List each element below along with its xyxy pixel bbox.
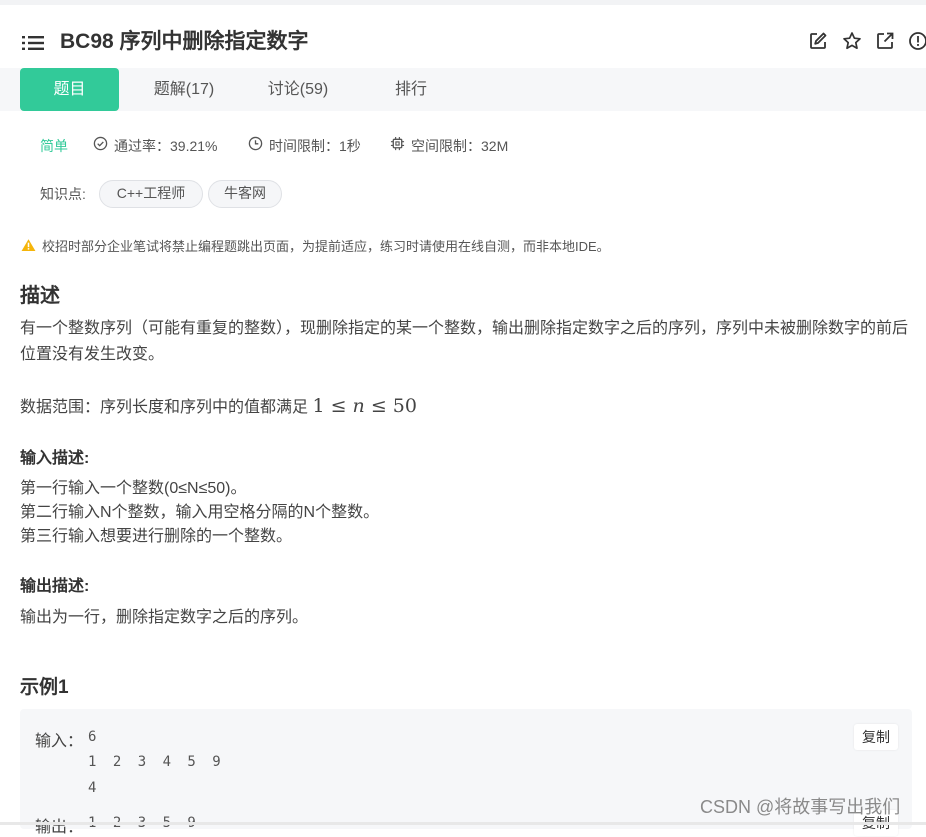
example-input-label: 输入： (35, 733, 84, 750)
tab-problem[interactable]: 题目 (20, 68, 119, 111)
exam-notice: 校招时部分企业笔试将禁止编程题跳出页面，为提前适应，练习时请使用在线自测，而非本… (42, 239, 610, 254)
example-heading: 示例1 (20, 677, 69, 698)
output-desc-text: 输出为一行，删除指定数字之后的序列。 (20, 609, 309, 626)
tab-bar: 题目 题解(17) 讨论(59) 排行 (0, 68, 926, 111)
data-range: 数据范围：序列长度和序列中的值都满足 1 ≤ n ≤ 50 (20, 393, 417, 421)
watermark: CSDN @将故事写出我们 (700, 797, 901, 817)
example-input-line: 1 2 3 4 5 9 (88, 754, 225, 770)
pass-rate: 通过率：39.21% (114, 138, 218, 154)
list-menu-icon[interactable] (22, 35, 44, 51)
external-link-icon[interactable] (875, 31, 895, 51)
time-limit: 时间限制：1秒 (269, 138, 361, 154)
knowledge-label: 知识点: (40, 186, 86, 202)
input-desc-line: 第一行输入一个整数(0≤N≤50)。 (20, 480, 247, 497)
description-heading: 描述 (20, 285, 60, 307)
input-desc-line: 第三行输入想要进行删除的一个整数。 (20, 528, 293, 545)
data-range-text: 数据范围：序列长度和序列中的值都满足 (20, 399, 313, 416)
tag-chip[interactable]: C++工程师 (99, 180, 203, 208)
formula-left: 1 ≤ (312, 395, 353, 417)
input-desc-line: 第二行输入N个整数，输入用空格分隔的N个整数。 (20, 504, 380, 521)
clock-icon (248, 136, 263, 151)
example-output-label: 输出： (35, 819, 84, 836)
formula-var: n (352, 395, 365, 417)
data-range-formula: 1 ≤ n ≤ 50 (312, 395, 417, 417)
star-icon[interactable] (842, 31, 862, 51)
example-input-line: 4 (88, 780, 101, 796)
example-input-line: 6 (88, 729, 101, 745)
tab-solutions[interactable]: 题解(17) (140, 68, 228, 111)
page-title: BC98 序列中删除指定数字 (60, 30, 309, 53)
chip-icon (390, 136, 405, 151)
formula-right: ≤ 50 (364, 395, 417, 417)
check-circle-icon (93, 136, 108, 151)
edit-icon[interactable] (808, 31, 828, 51)
warning-icon (21, 239, 36, 251)
tag-chip[interactable]: 牛客网 (208, 180, 282, 208)
info-icon[interactable] (908, 31, 926, 51)
tab-discussion[interactable]: 讨论(59) (255, 68, 341, 111)
difficulty-badge: 简单 (40, 138, 68, 154)
tab-ranking[interactable]: 排行 (380, 68, 442, 111)
problem-header: BC98 序列中删除指定数字 (0, 5, 926, 69)
copy-input-button[interactable]: 复制 (854, 724, 898, 750)
output-desc-heading: 输出描述: (20, 578, 90, 595)
description-text: 有一个整数序列（可能有重复的整数），现删除指定的某一个整数，输出删除指定数字之后… (20, 320, 909, 363)
input-desc-heading: 输入描述: (20, 450, 90, 467)
space-limit: 空间限制：32M (411, 138, 509, 154)
